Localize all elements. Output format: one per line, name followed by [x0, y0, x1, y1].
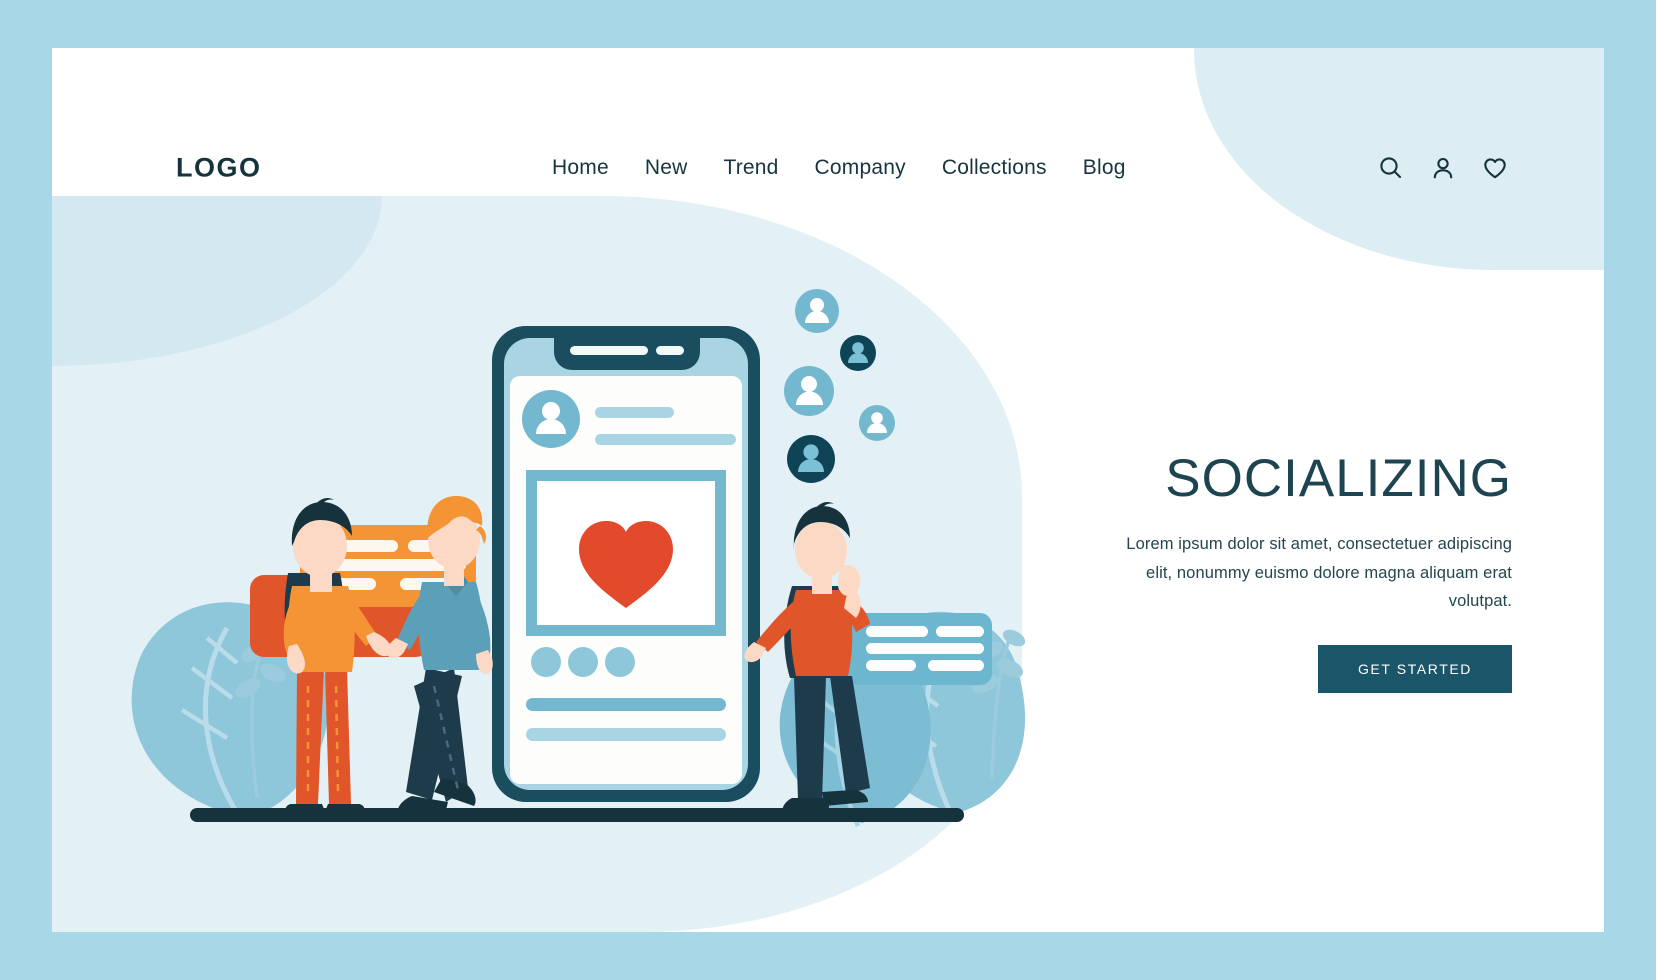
logo[interactable]: LOGO: [176, 153, 262, 184]
search-icon[interactable]: [1378, 155, 1404, 181]
avatar-bubbles: [784, 289, 895, 483]
nav-item-collections[interactable]: Collections: [942, 156, 1047, 180]
nav-item-home[interactable]: Home: [552, 156, 609, 180]
socializing-illustration: [52, 198, 1062, 932]
page-title: SOCIALIZING: [1165, 449, 1512, 508]
phone-avatar: [522, 390, 580, 448]
get-started-button[interactable]: GET STARTED: [1317, 645, 1512, 694]
main-navigation: Home New Trend Company Collections Blog: [552, 156, 1126, 180]
hero-text-block: SOCIALIZING Lorem ipsum dolor sit amet, …: [1112, 449, 1512, 694]
hero-paragraph: Lorem ipsum dolor sit amet, consectetuer…: [1126, 535, 1512, 611]
site-header: LOGO Home New Trend Company Collections …: [52, 48, 1604, 198]
avatar-bubble-3: [784, 366, 834, 416]
nav-item-trend[interactable]: Trend: [723, 156, 778, 180]
avatar-bubble-4: [859, 405, 895, 441]
heart-icon[interactable]: [1482, 155, 1508, 181]
header-icon-group: [1378, 155, 1508, 181]
phone-action-buttons: [531, 647, 635, 677]
nav-item-new[interactable]: New: [645, 156, 688, 180]
nav-item-company[interactable]: Company: [815, 156, 906, 180]
phone-mockup: [492, 326, 760, 802]
avatar-bubble-1: [795, 289, 839, 333]
user-icon[interactable]: [1430, 155, 1456, 181]
phone-photo-post: [526, 470, 726, 636]
avatar-bubble-5: [787, 435, 835, 483]
nav-item-blog[interactable]: Blog: [1083, 156, 1126, 180]
avatar-bubble-2: [840, 335, 876, 371]
landing-page-card: LOGO Home New Trend Company Collections …: [52, 48, 1604, 932]
